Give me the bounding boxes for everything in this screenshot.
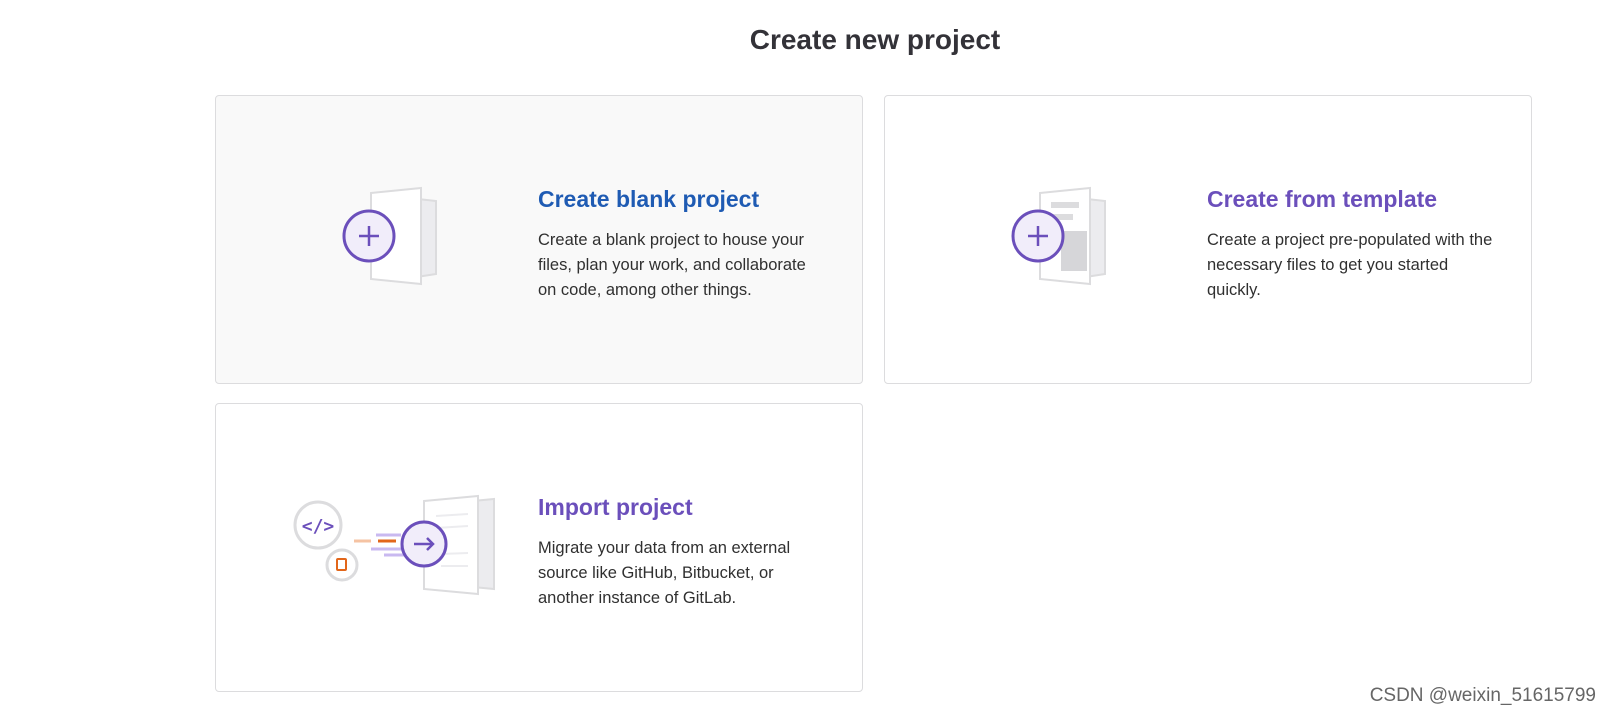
template-project-icon [885, 96, 1195, 383]
watermark: CSDN @weixin_51615799 [1369, 685, 1596, 706]
create-blank-project-card[interactable]: Create blank project Create a blank proj… [215, 95, 863, 384]
import-project-card[interactable]: </> Import project Migrate your data fro… [215, 403, 863, 692]
card-description: Create a blank project to house your fil… [538, 230, 806, 299]
svg-text:</>: </> [302, 516, 335, 537]
card-title[interactable]: Create blank project [538, 186, 828, 214]
page-title: Create new project [749, 24, 1001, 55]
create-from-template-card[interactable]: Create from template Create a project pr… [884, 95, 1532, 384]
card-title[interactable]: Create from template [1207, 186, 1497, 214]
import-project-icon: </> [216, 404, 526, 691]
new-project-page: Create new project Create blank project … [0, 0, 1610, 713]
blank-project-icon [216, 96, 526, 383]
card-description: Create a project pre-populated with the … [1207, 230, 1493, 299]
card-description: Migrate your data from an external sourc… [538, 538, 791, 607]
card-title[interactable]: Import project [538, 494, 828, 522]
